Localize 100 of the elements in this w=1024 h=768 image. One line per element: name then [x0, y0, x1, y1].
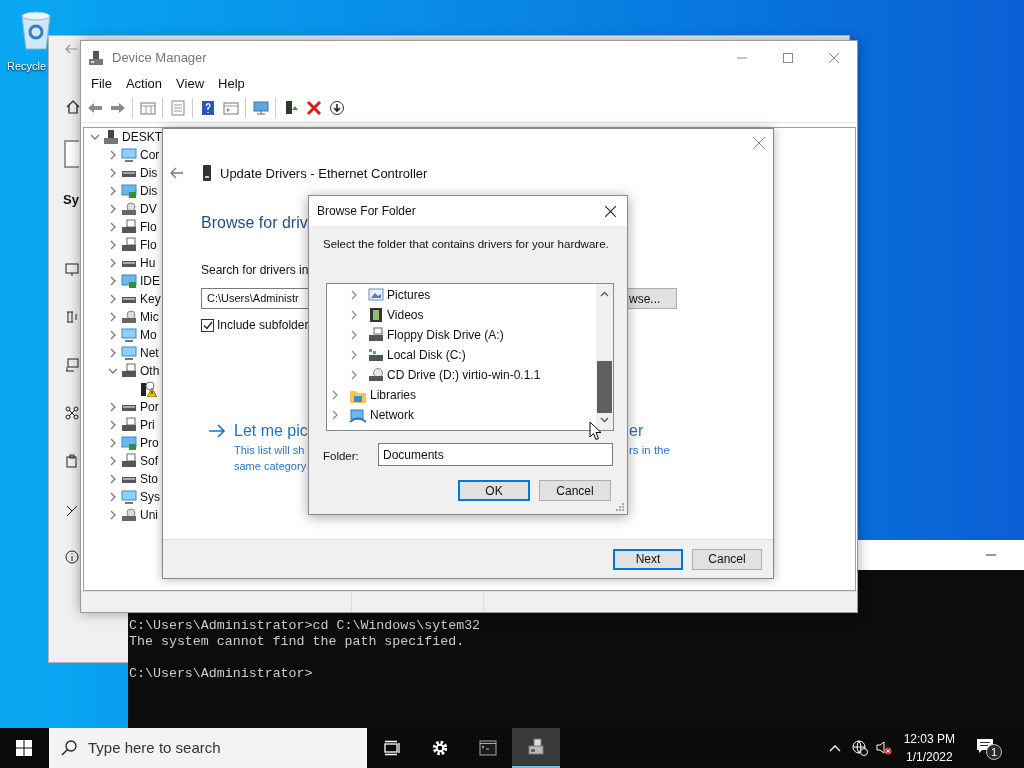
device-icon: [121, 237, 137, 253]
instruction-text: Select the folder that contains drivers for your hardware.: [323, 237, 609, 251]
window-title: Device Manager: [112, 49, 207, 68]
panel-icon[interactable]: [222, 99, 239, 116]
device-icon: [121, 309, 137, 325]
info-icon[interactable]: [65, 550, 79, 564]
tree-item[interactable]: Sys: [140, 489, 160, 505]
device-icon: [121, 507, 137, 523]
tree-item[interactable]: Por: [140, 399, 159, 415]
computer-icon: [103, 129, 119, 145]
device-icon: [121, 345, 137, 361]
tree-item[interactable]: Local Disk (C:): [387, 346, 466, 364]
tree-item[interactable]: Floppy Disk Drive (A:): [387, 326, 504, 344]
scroll-down-icon[interactable]: [600, 417, 609, 423]
film-icon: [368, 307, 384, 323]
back-arrow-icon[interactable]: [64, 43, 78, 55]
device-icon: [121, 363, 137, 379]
console-line: C:\Users\Administrator>cd C:\Windows\sytem32: [129, 618, 481, 634]
link-title[interactable]: Let me pic: [234, 421, 308, 441]
scrollbar-thumb[interactable]: [597, 361, 612, 413]
tree-item[interactable]: Pictures: [387, 286, 431, 304]
tree-item[interactable]: Sof: [140, 453, 158, 469]
tree-item[interactable]: Key: [140, 291, 161, 307]
display-icon[interactable]: [65, 262, 79, 276]
gear-icon: [431, 739, 449, 757]
folder-field[interactable]: Documents: [378, 443, 613, 466]
delete-icon[interactable]: [305, 99, 322, 116]
close-icon: [829, 53, 839, 63]
menu-item[interactable]: View: [169, 75, 212, 93]
browse-button[interactable]: wse...: [628, 288, 677, 309]
chevron-up-icon[interactable]: [828, 744, 841, 752]
device-icon: [139, 381, 155, 397]
scroll-up-icon[interactable]: [600, 291, 609, 297]
clipboard-icon[interactable]: [65, 454, 79, 468]
search-field[interactable]: [64, 140, 79, 168]
dialog-button[interactable]: OK: [458, 480, 530, 501]
close-icon[interactable]: [605, 205, 616, 217]
tree-item[interactable]: Flo: [140, 237, 157, 253]
link-description: This list will sh: [234, 443, 305, 458]
floppy-drive-icon: [368, 327, 384, 343]
globe-icon[interactable]: [851, 740, 868, 756]
monitor-icon[interactable]: [252, 99, 269, 116]
console-icon: [479, 739, 497, 757]
checkbox[interactable]: [201, 319, 214, 332]
notification-badge: 1: [986, 744, 1002, 760]
tree-item[interactable]: Libraries: [370, 386, 417, 404]
hard-drive-icon: [368, 347, 384, 363]
menu-item[interactable]: File: [84, 75, 119, 93]
device-icon: [121, 183, 137, 199]
tree-item[interactable]: Pri: [140, 417, 155, 433]
arrow-right-icon[interactable]: [208, 424, 226, 438]
tree-item[interactable]: Cor: [140, 147, 160, 163]
menu-item[interactable]: Help: [211, 75, 252, 93]
home-icon[interactable]: [66, 100, 80, 114]
checkbox-label: Include subfolder: [217, 318, 309, 333]
dialog-button[interactable]: Next: [613, 548, 683, 570]
device-icon: [121, 219, 137, 235]
back-arrow-icon[interactable]: [170, 167, 184, 179]
tree-item[interactable]: Videos: [387, 306, 424, 324]
help-icon[interactable]: [199, 99, 216, 116]
tree-item[interactable]: IDE: [140, 273, 160, 289]
tree-item[interactable]: DV: [140, 201, 157, 217]
tree-item[interactable]: Mic: [140, 309, 159, 325]
device-manager-icon: [88, 50, 104, 66]
tree-item[interactable]: Dis: [140, 165, 158, 181]
tree-item[interactable]: Mo: [140, 327, 157, 343]
tree-item[interactable]: Network: [370, 406, 414, 424]
network-icon[interactable]: [65, 406, 79, 420]
clock[interactable]: 12:03 PM 1/1/2022: [903, 730, 955, 766]
path-field[interactable]: C:\Users\Administr: [201, 288, 309, 309]
tree-item[interactable]: Hu: [140, 255, 156, 271]
windows-logo-icon: [16, 740, 32, 756]
dialog-button[interactable]: Cancel: [692, 548, 762, 570]
device-icon: [121, 147, 137, 163]
tree-item[interactable]: Flo: [140, 219, 157, 235]
dialog-button[interactable]: Cancel: [539, 480, 611, 501]
menu-item[interactable]: Action: [118, 75, 170, 93]
scrollbar[interactable]: [596, 284, 613, 430]
tree-item[interactable]: Oth: [140, 363, 160, 379]
tree-item[interactable]: Uni: [140, 507, 158, 523]
grid-view-icon[interactable]: [139, 99, 156, 116]
speaker-muted-icon[interactable]: [875, 740, 892, 756]
link-title[interactable]: er: [629, 421, 644, 441]
tree-item[interactable]: DESKT: [122, 129, 162, 145]
console-prompt: C:\Users\Administrator>: [129, 666, 313, 682]
search-label: Search for drivers in: [201, 263, 309, 277]
resize-grip-icon[interactable]: [616, 503, 624, 511]
tree-item[interactable]: Pro: [140, 435, 159, 451]
device-icon: [121, 489, 137, 505]
console-line: The system cannot find the path specified.: [129, 634, 465, 650]
devices-icon[interactable]: [65, 358, 79, 372]
tree-item[interactable]: Sto: [140, 471, 158, 487]
taskbar-app[interactable]: [512, 728, 560, 768]
taskbar-search-field[interactable]: Type here to search: [49, 728, 367, 768]
network-adapter-icon: [203, 165, 211, 181]
download-circle-icon[interactable]: [328, 99, 345, 116]
link-description: rs in the: [629, 443, 670, 458]
tree-item[interactable]: Dis: [140, 183, 158, 199]
tree-item[interactable]: CD Drive (D:) virtio-win-0.1.1: [387, 366, 541, 384]
tree-item[interactable]: Net: [140, 345, 159, 361]
